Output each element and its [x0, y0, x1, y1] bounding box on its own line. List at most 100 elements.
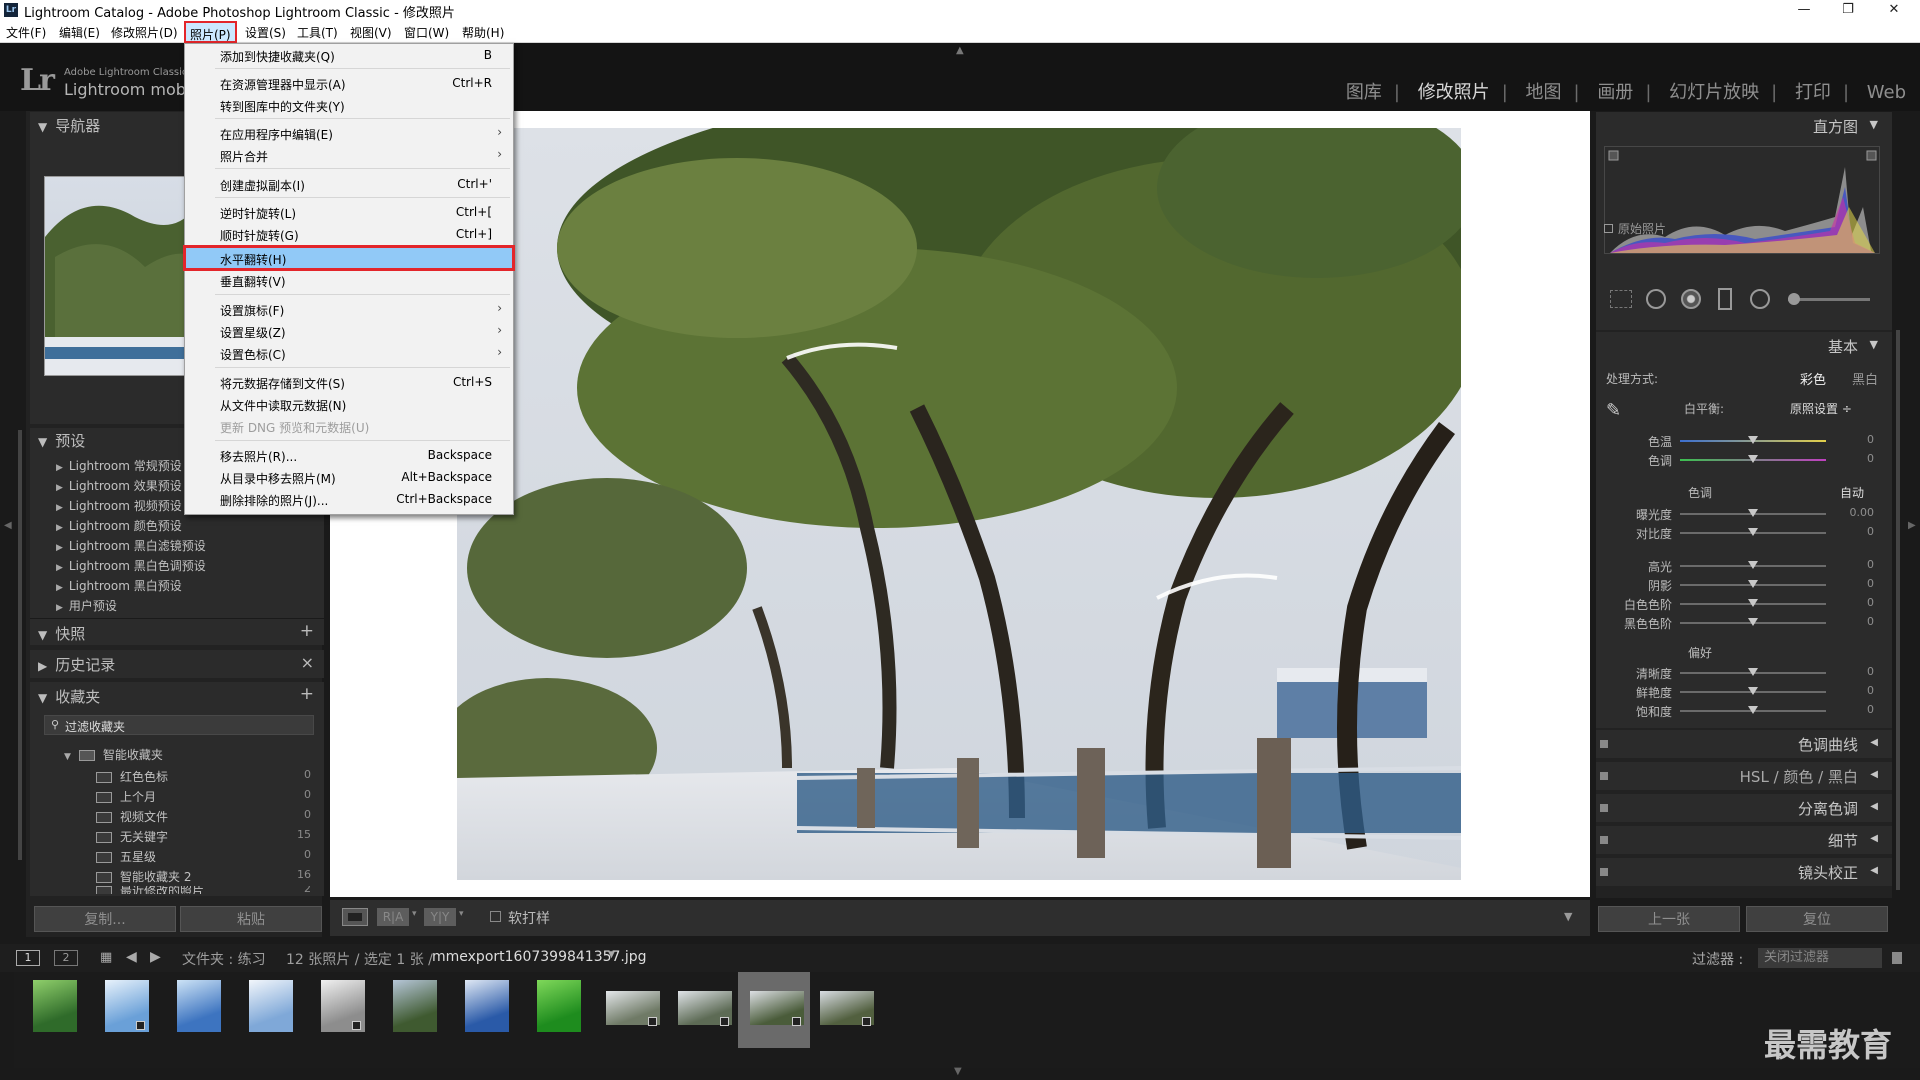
filmstrip-thumbnail[interactable] — [818, 977, 874, 1035]
slider-value[interactable]: 0 — [1834, 596, 1874, 609]
spot-removal-icon[interactable] — [1646, 289, 1666, 309]
menu-item-create-virtual-copy[interactable]: 创建虚拟副本(I) Ctrl+' — [186, 174, 512, 194]
collapse-left-arrow[interactable]: ◀ — [4, 520, 12, 531]
snapshots-header[interactable]: ▼ 快照 — [38, 623, 85, 647]
slider-knob[interactable] — [1748, 436, 1758, 444]
slider-value[interactable]: 0 — [1834, 703, 1874, 716]
slider-value[interactable]: 0 — [1834, 525, 1874, 538]
histogram-graph[interactable] — [1604, 146, 1880, 254]
slider-knob[interactable] — [1748, 580, 1758, 588]
module-web[interactable]: Web — [1867, 82, 1906, 103]
filmstrip-thumbnail[interactable] — [390, 977, 440, 1035]
treatment-bw-button[interactable]: 黑白 — [1852, 369, 1878, 388]
basic-header[interactable]: 基本 — [1828, 336, 1858, 357]
slider-value[interactable]: 0 — [1834, 452, 1874, 465]
main-window-button[interactable]: 1 — [16, 950, 40, 966]
menu-help[interactable]: 帮助(H) — [462, 24, 504, 41]
slider-knob[interactable] — [1748, 618, 1758, 626]
clear-history-button[interactable]: × — [301, 653, 314, 672]
menu-develop[interactable]: 修改照片(D) — [111, 24, 178, 41]
graduated-filter-icon[interactable] — [1718, 288, 1732, 310]
navigator-header[interactable]: ▼ 导航器 — [38, 115, 100, 139]
toolbar-menu-chevron-icon[interactable]: ▼ — [1564, 910, 1572, 923]
white-balance-select[interactable]: 原照设置 ÷ — [1790, 400, 1852, 417]
collapse-triangle-icon[interactable]: ▼ — [1870, 118, 1878, 131]
filmstrip-thumbnail[interactable] — [534, 977, 584, 1035]
smart-collections-set[interactable]: ▼ 智能收藏夹 — [64, 746, 163, 763]
slider-knob[interactable] — [1748, 455, 1758, 463]
menu-tools[interactable]: 工具(T) — [297, 24, 338, 41]
original-photo-checkbox[interactable] — [1604, 224, 1613, 233]
right-scrollbar[interactable] — [1896, 330, 1900, 890]
preset-folder[interactable]: ▶ Lightroom 黑白色调预设 — [56, 557, 206, 574]
add-collection-button[interactable]: + — [300, 684, 314, 704]
collections-header[interactable]: ▼ 收藏夹 — [38, 686, 100, 710]
filmstrip-thumbnail[interactable] — [30, 977, 80, 1035]
slider-knob[interactable] — [1748, 687, 1758, 695]
menu-item-rotate-right[interactable]: 顺时针旋转(G) Ctrl+] — [186, 224, 512, 244]
menu-item-edit-in[interactable]: 在应用程序中编辑(E) › — [186, 123, 512, 143]
slider-knob[interactable] — [1748, 509, 1758, 517]
collapse-triangle-icon[interactable]: ▼ — [1870, 338, 1878, 351]
preset-folder[interactable]: ▶ Lightroom 视频预设 — [56, 497, 182, 514]
filmstrip-thumbnail[interactable] — [462, 977, 512, 1035]
secondary-window-button[interactable]: 2 — [54, 950, 78, 966]
loupe-view-button[interactable] — [342, 908, 368, 926]
module-library[interactable]: 图库 — [1346, 82, 1382, 103]
slider-knob[interactable] — [1748, 706, 1758, 714]
filmstrip-thumbnail[interactable] — [748, 977, 804, 1035]
chevron-down-icon[interactable]: ▼ — [608, 950, 615, 960]
filmstrip-thumbnail[interactable] — [102, 977, 152, 1035]
slider-value[interactable]: 0 — [1834, 615, 1874, 628]
hsl-panel[interactable]: HSL / 颜色 / 黑白 ◀ — [1596, 762, 1892, 790]
module-develop[interactable]: 修改照片 — [1418, 82, 1490, 103]
panel-toggle-icon[interactable] — [1600, 772, 1608, 780]
collapse-top-arrow[interactable]: ▲ — [956, 45, 964, 56]
collection-item[interactable]: 智能收藏夹 2 16 — [96, 868, 311, 885]
presets-header[interactable]: ▼ 预设 — [38, 430, 85, 454]
treatment-color-button[interactable]: 彩色 — [1800, 369, 1826, 388]
menu-settings[interactable]: 设置(S) — [245, 24, 286, 41]
panel-toggle-icon[interactable] — [1600, 868, 1608, 876]
slider-knob[interactable] — [1748, 599, 1758, 607]
forward-arrow-icon[interactable]: ▶ — [150, 949, 161, 965]
menu-item-show-in-explorer[interactable]: 在资源管理器中显示(A) Ctrl+R — [186, 73, 512, 93]
slider-knob[interactable] — [1748, 668, 1758, 676]
menu-item-save-metadata[interactable]: 将元数据存储到文件(S) Ctrl+S — [186, 372, 512, 392]
menu-item-go-to-folder[interactable]: 转到图库中的文件夹(Y) — [186, 95, 512, 115]
grid-view-icon[interactable]: ▦ — [100, 950, 112, 965]
identity-plate[interactable]: Lightroom mobi — [64, 80, 190, 99]
menu-item-remove-photo[interactable]: 移去照片(R)... Backspace — [186, 445, 512, 465]
lens-corrections-panel[interactable]: 镜头校正 ◀ — [1596, 858, 1892, 886]
collection-item-partial[interactable]: 最近修改的照片 2 — [96, 886, 311, 894]
menu-item-add-to-quick-collection[interactable]: 添加到快捷收藏夹(Q) B — [186, 45, 512, 65]
preset-folder[interactable]: ▶ 用户预设 — [56, 597, 117, 614]
menu-window[interactable]: 窗口(W) — [404, 24, 449, 41]
menu-edit[interactable]: 编辑(E) — [59, 24, 100, 41]
tone-curve-panel[interactable]: 色调曲线 ◀ — [1596, 730, 1892, 758]
menu-item-rotate-left[interactable]: 逆时针旋转(L) Ctrl+[ — [186, 202, 512, 222]
preset-folder[interactable]: ▶ Lightroom 常规预设 — [56, 457, 182, 474]
filmstrip-thumbnail[interactable] — [246, 977, 296, 1035]
menu-item-set-rating[interactable]: 设置星级(Z) › — [186, 321, 512, 341]
filmstrip-thumbnail[interactable] — [604, 977, 660, 1035]
before-after-left-right-button[interactable]: R|A — [377, 908, 409, 926]
detail-panel[interactable]: 细节 ◀ — [1596, 826, 1892, 854]
slider-value[interactable]: 0 — [1834, 577, 1874, 590]
filter-select[interactable]: 关闭过滤器 — [1758, 948, 1882, 968]
menu-view[interactable]: 视图(V) — [350, 24, 392, 41]
collapse-right-arrow[interactable]: ▶ — [1908, 520, 1916, 531]
menu-item-set-flag[interactable]: 设置旗标(F) › — [186, 299, 512, 319]
collection-item[interactable]: 五星级 0 — [96, 848, 311, 865]
slider-value[interactable]: 0 — [1834, 665, 1874, 678]
left-scrollbar[interactable] — [18, 430, 22, 860]
module-print[interactable]: 打印 — [1795, 82, 1831, 103]
menu-item-remove-from-catalog[interactable]: 从目录中移去照片(M) Alt+Backspace — [186, 467, 512, 487]
menu-item-set-color-label[interactable]: 设置色标(C) › — [186, 343, 512, 363]
navigator-preview[interactable] — [44, 176, 194, 376]
crop-tool-icon[interactable] — [1610, 290, 1632, 308]
slider-knob[interactable] — [1748, 561, 1758, 569]
back-arrow-icon[interactable]: ◀ — [126, 949, 137, 965]
slider-value[interactable]: 0.00 — [1834, 506, 1875, 519]
filter-lock-icon[interactable] — [1892, 952, 1902, 964]
